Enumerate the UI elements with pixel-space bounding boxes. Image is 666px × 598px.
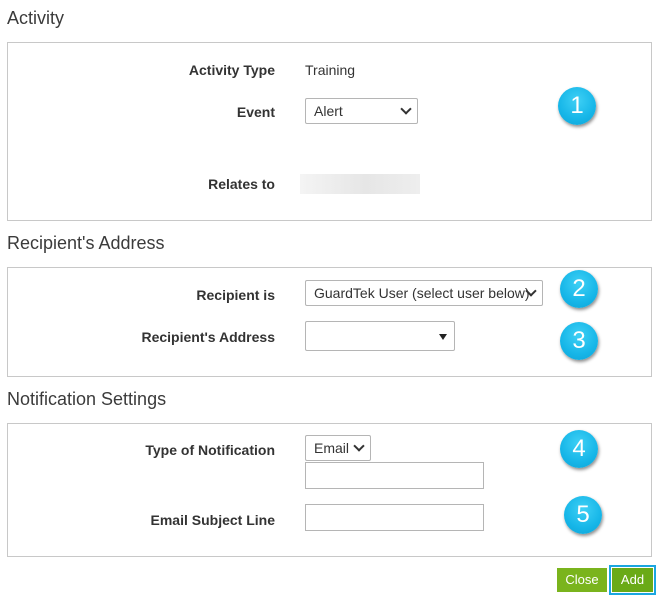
recipient-address-select[interactable]: [305, 321, 455, 351]
relates-to-label: Relates to: [208, 176, 275, 192]
step-badge-4: 4: [560, 430, 598, 468]
activity-section-title: Activity: [7, 8, 65, 28]
activity-type-label: Activity Type: [188, 62, 275, 78]
relates-to-redacted-value: [300, 174, 420, 194]
notification-type-label: Type of Notification: [145, 442, 275, 458]
chevron-down-icon: [400, 103, 412, 115]
activity-type-value: Training: [305, 62, 356, 78]
chevron-down-icon: [353, 440, 365, 452]
email-subject-label: Email Subject Line: [150, 512, 275, 528]
recipient-is-select[interactable]: GuardTek User (select user below): [305, 280, 543, 306]
step-badge-3: 3: [560, 322, 598, 360]
recipient-is-label: Recipient is: [196, 287, 275, 303]
add-button-highlight: Add: [609, 565, 656, 595]
close-button[interactable]: Close: [557, 568, 607, 592]
event-select-value: Alert: [314, 103, 343, 119]
caret-down-icon: [439, 334, 447, 340]
add-notification-form: Activity Activity Type Training Event Al…: [0, 0, 666, 598]
recipient-address-label: Recipient's Address: [141, 329, 275, 345]
notification-section-title: Notification Settings: [7, 389, 167, 409]
add-button[interactable]: Add: [612, 568, 653, 592]
recipient-is-select-value: GuardTek User (select user below): [314, 285, 530, 301]
email-address-input[interactable]: [305, 462, 484, 489]
step-badge-1: 1: [558, 87, 596, 125]
event-select[interactable]: Alert: [305, 98, 418, 124]
email-subject-input[interactable]: [305, 504, 484, 531]
step-badge-2: 2: [560, 270, 598, 308]
recipient-section-title: Recipient's Address: [7, 233, 165, 253]
notification-type-select-value: Email: [314, 440, 350, 456]
notification-type-select[interactable]: Email: [305, 435, 371, 461]
step-badge-5: 5: [564, 496, 602, 534]
event-label: Event: [236, 104, 275, 120]
